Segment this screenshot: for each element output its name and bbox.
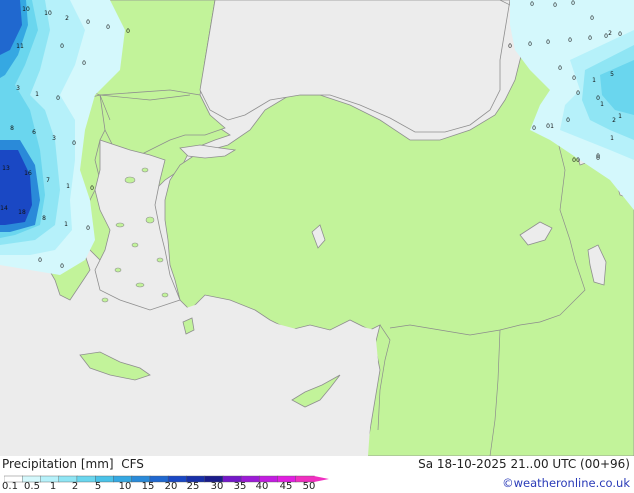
precip-value: 0 — [86, 225, 90, 232]
legend-tick: 20 — [164, 481, 178, 492]
precip-value: 5 — [610, 71, 614, 78]
precip-value: 8 — [10, 125, 14, 132]
precip-value: 6 — [32, 129, 36, 136]
product-label: Precipitation [mm] — [2, 457, 114, 471]
precip-value: 0 — [60, 43, 64, 50]
precip-value: 0 — [596, 155, 600, 162]
legend-tick: 1 — [49, 481, 57, 492]
precip-value: 14 — [0, 205, 8, 212]
precip-value: 2 — [65, 15, 69, 22]
precip-value: 11 — [16, 43, 24, 50]
precip-value: 8 — [42, 215, 46, 222]
precip-value: 0 — [553, 2, 557, 9]
precip-value: 3 — [16, 85, 20, 92]
precip-value: 18 — [18, 209, 26, 216]
precip-value: 1 — [550, 123, 554, 130]
precip-value: 0 — [38, 257, 42, 264]
precip-value: 0 — [532, 125, 536, 132]
precip-value: 0 — [576, 157, 580, 164]
precip-value: 1 — [66, 183, 70, 190]
precip-value: 1 — [618, 113, 622, 120]
precip-value: 2 — [608, 30, 612, 37]
precip-value: 10 — [44, 10, 52, 17]
credit-link[interactable]: ©weatheronline.co.uk — [502, 476, 630, 490]
precip-value: 0 — [60, 263, 64, 270]
legend-tick: 10 — [118, 481, 132, 492]
precip-value: 0 — [528, 41, 532, 48]
precip-value: 1 — [35, 91, 39, 98]
precip-value: 2 — [612, 117, 616, 124]
precip-value: 0 — [72, 140, 76, 147]
precip-value: 10 — [22, 6, 30, 13]
legend-tick: 2 — [71, 481, 79, 492]
precip-value: 0 — [572, 75, 576, 82]
map-frame: 10 10 2 0 0 0 0 0 0 11 0 0 3 1 0 8 6 3 0 13 16 7 1 0 14 18 8 1 0 0 0 0 0… — [0, 0, 634, 493]
legend-tick: 0.1 — [2, 481, 18, 492]
precip-value: 0 — [576, 90, 580, 97]
legend-tick: 5 — [94, 481, 102, 492]
precip-value: 0 — [588, 35, 592, 42]
precip-value: 0 — [558, 65, 562, 72]
model-label: CFS — [121, 457, 144, 471]
precip-value: 0 — [530, 1, 534, 8]
precip-value: 0 — [590, 15, 594, 22]
precip-value: 1 — [592, 77, 596, 84]
precip-value: 0 — [56, 95, 60, 102]
precip-value: 0 — [572, 157, 576, 164]
precip-value: 0 — [546, 39, 550, 46]
valid-time: Sa 18-10-2025 21..00 UTC (00+96) — [418, 457, 630, 471]
precip-value: 1 — [64, 221, 68, 228]
legend-tick: 50 — [302, 481, 316, 492]
legend-tick: 0.5 — [24, 481, 40, 492]
precip-value: 0 — [568, 37, 572, 44]
precip-value: 16 — [24, 170, 32, 177]
precipitation-map: 101020000 0011 003108630131671 01418810000 0… — [0, 0, 634, 456]
precip-value: 0 — [618, 31, 622, 38]
precip-value: 0 — [106, 24, 110, 31]
legend-bar: Precipitation [mm] CFS Sa 18-10-2025 21.… — [0, 456, 634, 493]
legend-tick: 45 — [279, 481, 293, 492]
precip-value: 0 — [126, 28, 130, 35]
legend-ticks: 0.1 0.5 1 2 5 10 15 20 25 30 35 40 45 50 — [0, 481, 330, 493]
precip-value: 13 — [2, 165, 10, 172]
precip-value: 0 — [571, 0, 575, 7]
legend-tick: 35 — [233, 481, 247, 492]
precip-value: 1 — [600, 101, 604, 108]
precip-value: 0 — [86, 19, 90, 26]
legend-tick: 25 — [186, 481, 200, 492]
precip-value: 0 — [90, 185, 94, 192]
precip-value: 3 — [52, 135, 56, 142]
precip-value: 0 — [566, 117, 570, 124]
precip-value: 1 — [610, 135, 614, 142]
precip-value: 7 — [46, 177, 50, 184]
precip-value: 0 — [508, 43, 512, 50]
legend-tick: 40 — [255, 481, 269, 492]
legend-title: Precipitation [mm] CFS — [2, 457, 144, 471]
legend-tick: 30 — [210, 481, 224, 492]
precip-value: 0 — [82, 60, 86, 67]
legend-tick: 15 — [141, 481, 155, 492]
